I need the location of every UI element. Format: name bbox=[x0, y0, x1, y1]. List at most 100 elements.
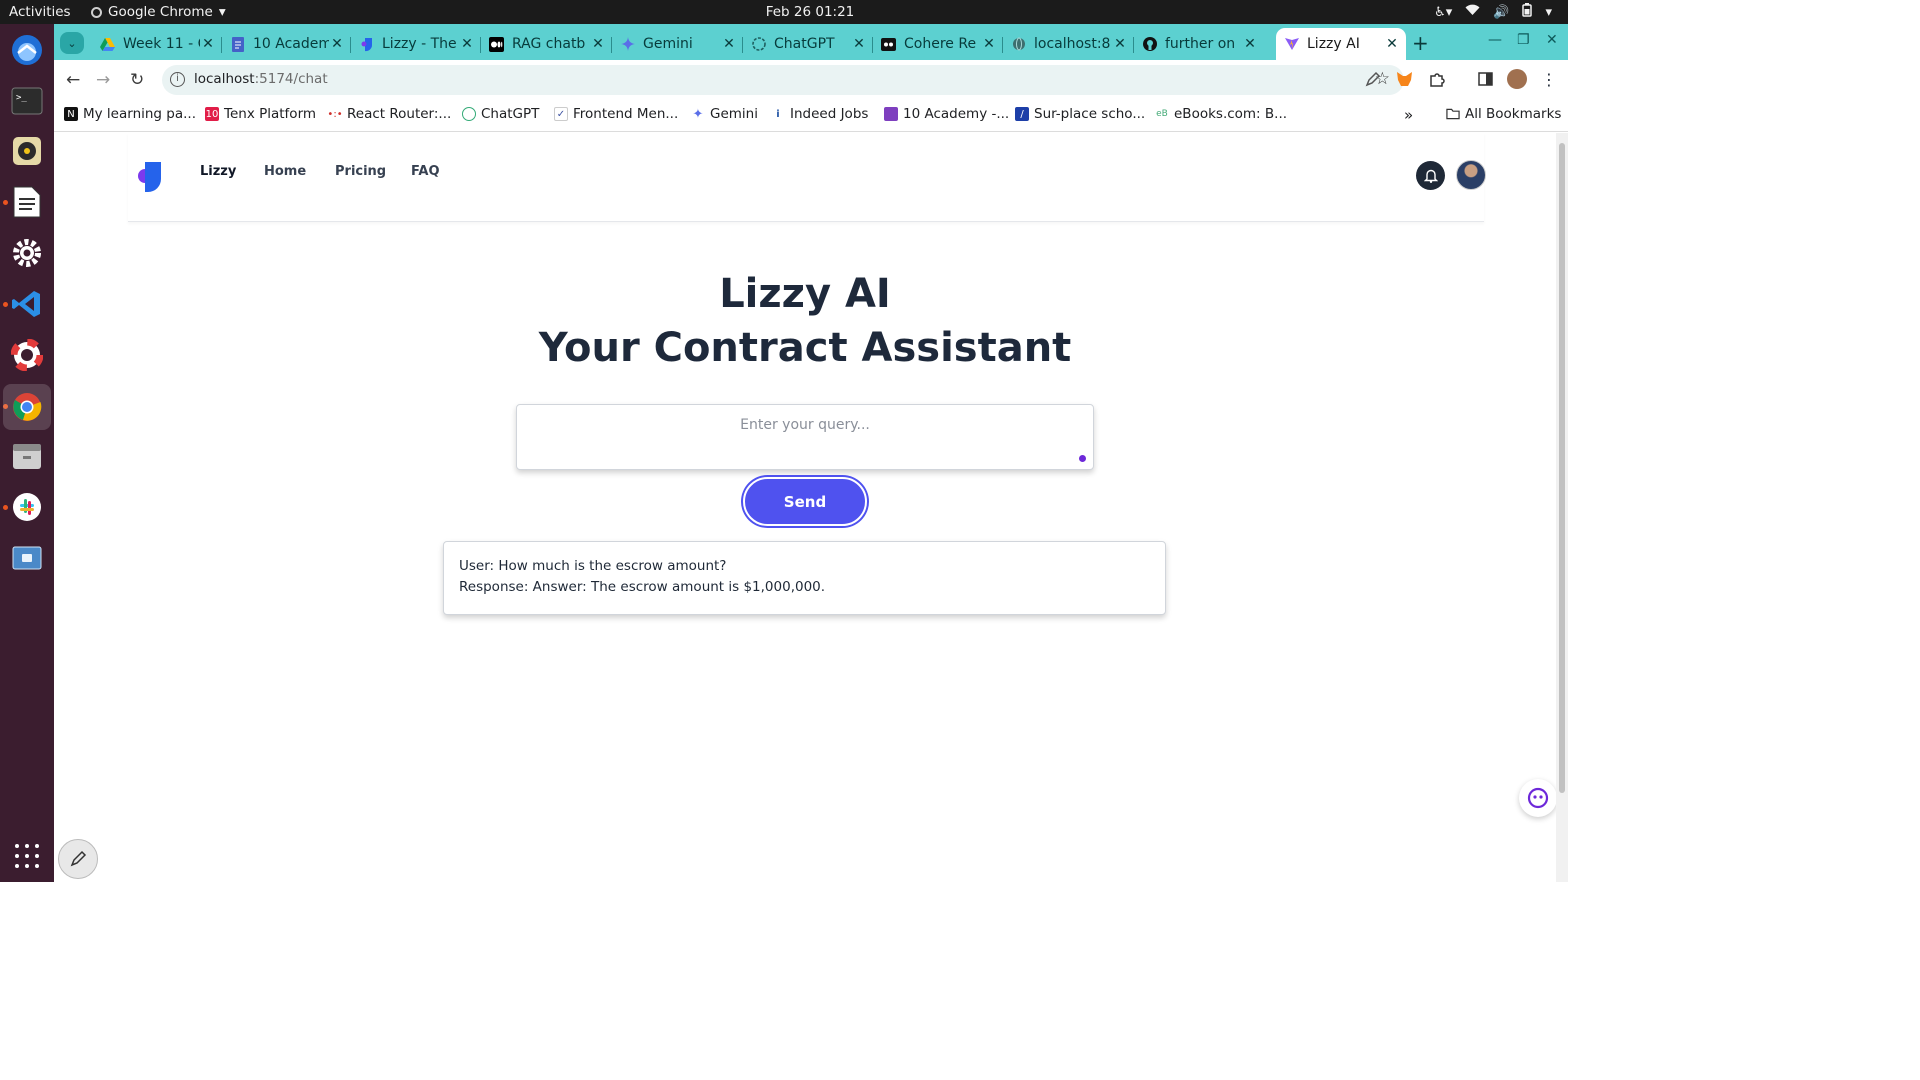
page-title: Lizzy AI Your Contract Assistant bbox=[54, 267, 1556, 375]
side-panel-icon[interactable] bbox=[1476, 70, 1494, 88]
gemini-icon bbox=[620, 37, 635, 52]
clock[interactable]: Feb 26 01:21 bbox=[0, 4, 1620, 20]
bookmark-item[interactable]: eB eBooks.com: B... bbox=[1155, 106, 1287, 122]
accessibility-icon[interactable]: ♿▾ bbox=[1434, 5, 1452, 20]
close-icon[interactable]: ✕ bbox=[329, 36, 345, 52]
new-tab-plus-icon[interactable]: + bbox=[1412, 31, 1429, 55]
forward-arrow-icon[interactable]: → bbox=[96, 70, 110, 90]
all-bookmarks-folder[interactable]: All Bookmarks bbox=[1446, 106, 1561, 122]
tab[interactable]: Cohere Re ✕ bbox=[873, 28, 1003, 60]
user-avatar[interactable] bbox=[1456, 160, 1486, 190]
tab-active[interactable]: Lizzy AI ✕ bbox=[1276, 28, 1406, 60]
tab-title: 10 Academ bbox=[253, 36, 329, 52]
files-icon[interactable] bbox=[7, 436, 47, 476]
hero-title-line2: Your Contract Assistant bbox=[538, 325, 1072, 371]
text-editor-icon[interactable] bbox=[7, 182, 47, 222]
page-scrollbar[interactable] bbox=[1556, 133, 1568, 882]
settings-gear-icon[interactable] bbox=[7, 233, 47, 273]
bookmark-label: 10 Academy -... bbox=[903, 106, 1010, 122]
bookmark-item[interactable]: / Sur-place scho... bbox=[1015, 106, 1145, 122]
bookmark-label: Frontend Men... bbox=[573, 106, 679, 122]
lizzy-icon bbox=[359, 37, 374, 52]
close-icon[interactable]: ✕ bbox=[1384, 36, 1400, 52]
query-input[interactable] bbox=[516, 404, 1094, 470]
pen-extension-icon[interactable] bbox=[1364, 70, 1382, 88]
tab[interactable]: 10 Academ ✕ bbox=[222, 28, 351, 60]
tab[interactable]: Lizzy - The ✕ bbox=[351, 28, 481, 60]
google-drive-icon bbox=[100, 37, 115, 52]
terminal-icon[interactable]: >_ bbox=[7, 81, 47, 121]
chat-widget-icon[interactable] bbox=[1519, 779, 1557, 817]
rhythmbox-icon[interactable] bbox=[7, 131, 47, 171]
system-tray[interactable]: ♿▾ 🔊 ▾ bbox=[1434, 3, 1552, 21]
globe-icon bbox=[1011, 37, 1026, 52]
send-button[interactable]: Send bbox=[743, 477, 867, 526]
tab[interactable]: Gemini ✕ bbox=[612, 28, 743, 60]
slack-icon[interactable] bbox=[7, 487, 47, 527]
tab[interactable]: further on ✕ bbox=[1134, 28, 1264, 60]
battery-icon bbox=[1522, 3, 1533, 21]
nav-link-pricing[interactable]: Pricing bbox=[335, 164, 386, 179]
kebab-menu-icon[interactable]: ⋮ bbox=[1540, 70, 1558, 89]
tab[interactable]: ChatGPT ✕ bbox=[743, 28, 873, 60]
bookmark-item[interactable]: ✓ Frontend Men... bbox=[554, 106, 678, 122]
help-lifebuoy-icon[interactable] bbox=[7, 335, 47, 375]
chatgpt-icon bbox=[462, 107, 476, 121]
tenx-icon: 10 bbox=[205, 107, 219, 121]
tab[interactable]: localhost:8 ✕ bbox=[1003, 28, 1134, 60]
close-icon[interactable]: ✕ bbox=[459, 36, 475, 52]
close-window-icon[interactable]: ✕ bbox=[1546, 32, 1558, 48]
lizzy-logo[interactable] bbox=[136, 160, 162, 194]
page-viewport: Lizzy Home Pricing FAQ Lizzy AI Your Con… bbox=[54, 133, 1568, 882]
scrollbar-thumb[interactable] bbox=[1559, 143, 1565, 793]
close-icon[interactable]: ✕ bbox=[721, 36, 737, 52]
bookmark-item[interactable]: ChatGPT bbox=[462, 106, 539, 122]
url-path: :5174/chat bbox=[254, 71, 328, 87]
nav-link-lizzy[interactable]: Lizzy bbox=[200, 164, 236, 179]
vscode-icon[interactable] bbox=[7, 284, 47, 324]
bookmark-item[interactable]: ✦ Gemini bbox=[691, 106, 758, 122]
tab[interactable]: Week 11 - C ✕ bbox=[92, 28, 222, 60]
url-text[interactable]: localhost:5174/chat bbox=[194, 71, 328, 87]
volume-icon: 🔊 bbox=[1493, 4, 1510, 20]
minimize-icon[interactable]: — bbox=[1488, 32, 1502, 48]
close-icon[interactable]: ✕ bbox=[851, 36, 867, 52]
bookmark-item[interactable]: 10 Academy -... bbox=[884, 106, 1009, 122]
profile-avatar-icon[interactable] bbox=[1507, 69, 1527, 89]
screenshot-icon[interactable] bbox=[7, 538, 47, 578]
bookmark-label: Gemini bbox=[710, 106, 758, 122]
close-icon[interactable]: ✕ bbox=[981, 36, 997, 52]
reload-icon[interactable]: ↻ bbox=[130, 70, 144, 90]
nav-link-faq[interactable]: FAQ bbox=[411, 164, 440, 179]
annotate-pen-icon[interactable] bbox=[58, 839, 98, 879]
extensions-puzzle-icon[interactable] bbox=[1428, 70, 1446, 88]
tab[interactable]: RAG chatb ✕ bbox=[481, 28, 612, 60]
tab-search-button[interactable]: ⌄ bbox=[60, 32, 84, 54]
thunderbird-icon[interactable] bbox=[7, 30, 47, 70]
tab-title: localhost:8 bbox=[1034, 36, 1111, 52]
dock: >_ bbox=[0, 24, 54, 882]
tab-title: Cohere Re bbox=[904, 36, 977, 52]
back-arrow-icon[interactable]: ← bbox=[66, 70, 80, 90]
close-icon[interactable]: ✕ bbox=[590, 36, 606, 52]
chat-response-card: User: How much is the escrow amount? Res… bbox=[443, 541, 1166, 615]
tab-title: RAG chatb bbox=[512, 36, 586, 52]
bookmark-item[interactable]: i Indeed Jobs bbox=[771, 106, 868, 122]
show-apps-icon[interactable] bbox=[15, 844, 39, 868]
address-bar[interactable]: i localhost:5174/chat ☆ bbox=[162, 65, 1404, 95]
bookmark-item[interactable]: N My learning pa... bbox=[64, 106, 196, 122]
metamask-fox-icon[interactable] bbox=[1395, 70, 1413, 88]
more-bookmarks-chevron-icon[interactable]: » bbox=[1404, 106, 1413, 124]
bookmark-item[interactable]: •:• React Router:... bbox=[327, 106, 451, 122]
chrome-icon[interactable] bbox=[3, 384, 51, 430]
nav-link-home[interactable]: Home bbox=[264, 164, 306, 179]
bookmark-item[interactable]: 10 Tenx Platform bbox=[205, 106, 316, 122]
bookmark-label: All Bookmarks bbox=[1465, 106, 1562, 122]
site-info-icon[interactable]: i bbox=[170, 72, 185, 87]
maximize-icon[interactable]: ❐ bbox=[1517, 32, 1530, 48]
close-icon[interactable]: ✕ bbox=[200, 36, 216, 52]
notification-bell-icon[interactable] bbox=[1416, 161, 1445, 190]
close-icon[interactable]: ✕ bbox=[1112, 36, 1128, 52]
surplace-icon: / bbox=[1015, 107, 1029, 121]
close-icon[interactable]: ✕ bbox=[1242, 36, 1258, 52]
